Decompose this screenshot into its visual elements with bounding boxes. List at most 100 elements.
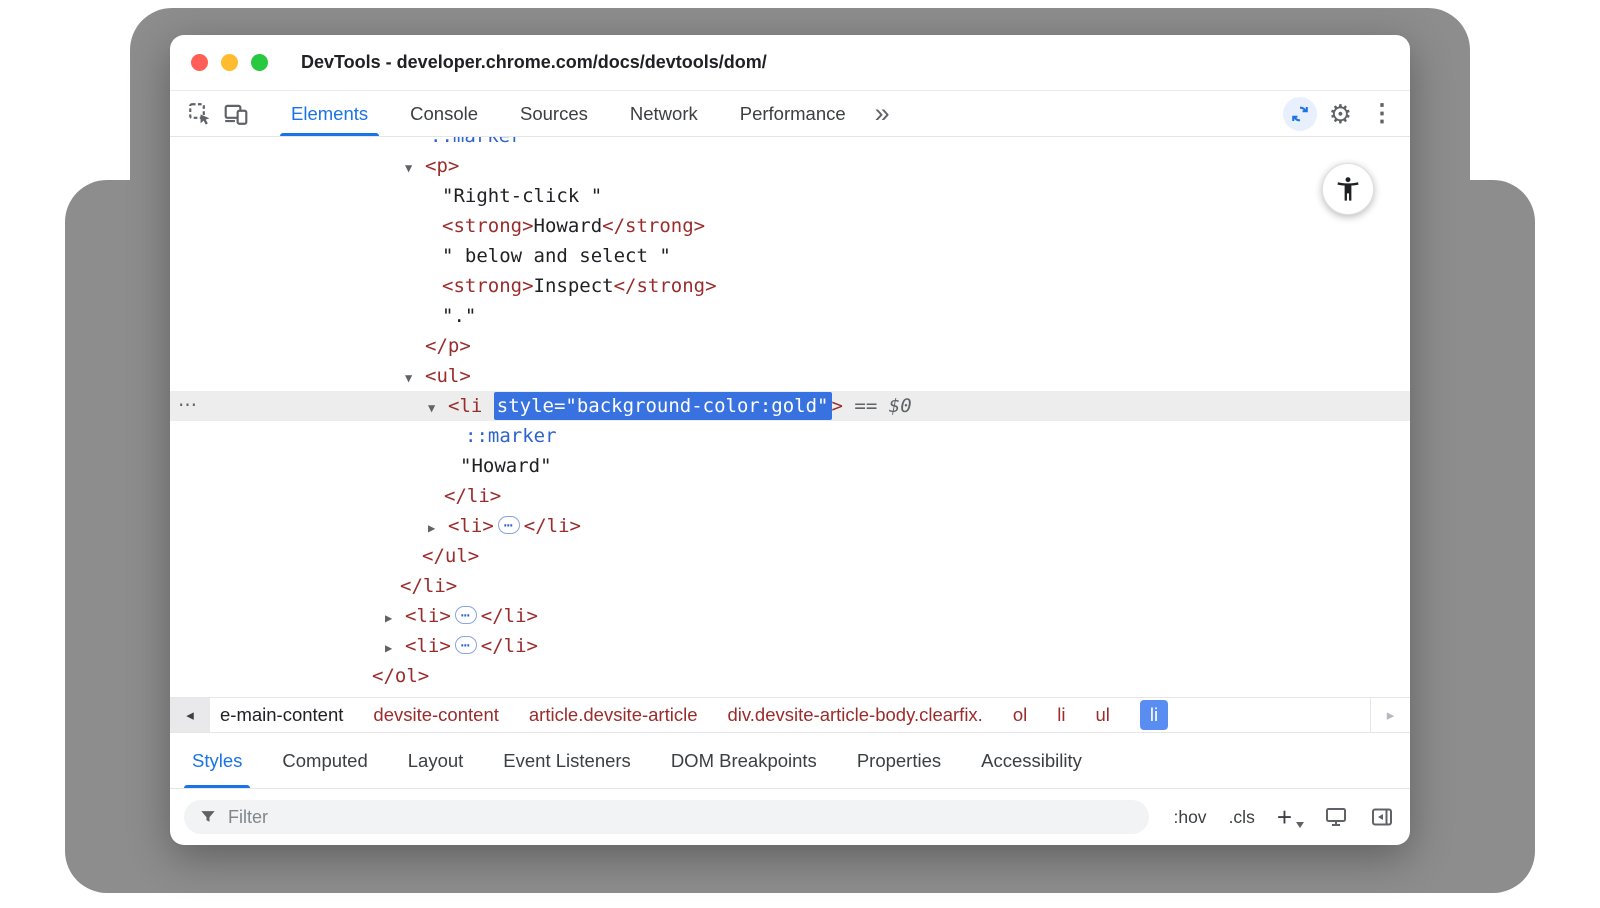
- inline-expand-button[interactable]: ⋯: [455, 636, 477, 654]
- tab-computed[interactable]: Computed: [262, 733, 387, 788]
- breadcrumb-item-li[interactable]: li: [1057, 704, 1065, 726]
- tab-console[interactable]: Console: [389, 91, 499, 136]
- plus-label: +: [1277, 802, 1292, 832]
- dom-pseudo-element: ::marker: [430, 137, 522, 147]
- tab-layout[interactable]: Layout: [388, 733, 484, 788]
- filter-input[interactable]: Filter: [184, 800, 1149, 834]
- dom-tree-row[interactable]: ▶<li>⋯</li>: [170, 511, 1410, 541]
- accessibility-icon[interactable]: [1322, 163, 1374, 215]
- breadcrumb-item-ul[interactable]: ul: [1095, 704, 1109, 726]
- breadcrumb: ◂ e-main-content devsite-content article.d…: [170, 697, 1410, 733]
- dom-text-node: " below and select ": [442, 245, 671, 267]
- new-style-rule-button[interactable]: +: [1277, 802, 1302, 833]
- dom-tree-row[interactable]: </li>: [170, 481, 1410, 511]
- tab-performance[interactable]: Performance: [719, 91, 867, 136]
- tab-network[interactable]: Network: [609, 91, 719, 136]
- breadcrumb-item-article-devsite-article[interactable]: article.devsite-article: [529, 704, 698, 726]
- more-tabs-icon[interactable]: »: [867, 91, 898, 136]
- settings-gear-icon[interactable]: ⚙: [1329, 101, 1352, 127]
- dom-pseudo-element: ::marker: [465, 425, 557, 447]
- dom-tag: <li: [448, 395, 494, 417]
- dom-tree-row[interactable]: ▶<li>⋯</li>: [170, 601, 1410, 631]
- element-classes-button[interactable]: .cls: [1229, 807, 1255, 828]
- devtools-toolbar: ElementsConsoleSourcesNetworkPerformance…: [170, 91, 1410, 137]
- expand-arrow-icon[interactable]: ▼: [405, 153, 425, 183]
- dom-attribute-selected: style="background-color:gold": [494, 392, 832, 420]
- dom-tag: <p>: [425, 155, 459, 177]
- titlebar: DevTools - developer.chrome.com/docs/dev…: [170, 35, 1410, 91]
- dom-tree-row[interactable]: </ol>: [170, 661, 1410, 691]
- panel-tabs: ElementsConsoleSourcesNetworkPerformance: [270, 91, 867, 136]
- dom-tree-row[interactable]: ::marker: [170, 137, 1410, 151]
- dom-tree-row[interactable]: </li>: [170, 571, 1410, 601]
- dom-tag: </li>: [481, 635, 538, 657]
- toggle-element-state-button[interactable]: :hov: [1173, 807, 1206, 828]
- tab-dom-breakpoints[interactable]: DOM Breakpoints: [651, 733, 837, 788]
- dom-tree-row[interactable]: </p>: [170, 331, 1410, 361]
- dom-tag: <li>: [405, 605, 451, 627]
- expand-arrow-icon[interactable]: ▼: [405, 363, 425, 393]
- dom-tag: <strong>: [442, 275, 534, 297]
- dom-tree-row[interactable]: ▶<li>⋯</li>: [170, 631, 1410, 661]
- breadcrumb-scroll-right-icon[interactable]: ▸: [1370, 698, 1410, 732]
- filter-bar-actions: :hov .cls +: [1173, 802, 1394, 833]
- device-toolbar-glyph-icon: [223, 101, 249, 127]
- dom-tree-row[interactable]: <strong>Inspect</strong>: [170, 271, 1410, 301]
- minimize-button[interactable]: [221, 54, 238, 71]
- dom-tree-row[interactable]: ⋯▼<li style="background-color:gold"> == …: [170, 391, 1410, 421]
- fullscreen-button[interactable]: [251, 54, 268, 71]
- dom-tag: </strong>: [614, 275, 717, 297]
- dom-equals-sign: ==: [854, 395, 877, 417]
- dom-tree-row[interactable]: ".": [170, 301, 1410, 331]
- dom-text-node: Inspect: [534, 275, 614, 297]
- dom-tag: </li>: [524, 515, 581, 537]
- breadcrumb-scroll-left-icon[interactable]: ◂: [170, 698, 210, 732]
- dom-tag: </li>: [444, 485, 501, 507]
- close-button[interactable]: [191, 54, 208, 71]
- window-title: DevTools - developer.chrome.com/docs/dev…: [301, 52, 767, 73]
- breadcrumb-item-li[interactable]: li: [1140, 700, 1168, 730]
- filter-funnel-icon: [198, 807, 218, 827]
- dom-tag: </ol>: [372, 665, 429, 687]
- breadcrumb-item-devsite-content[interactable]: devsite-content: [373, 704, 498, 726]
- dom-last-selected-ref: $0: [889, 395, 912, 417]
- expand-arrow-icon[interactable]: ▼: [428, 393, 448, 423]
- toolbar-right: ⚙ ⋮: [1283, 91, 1400, 136]
- dom-tree-row[interactable]: ▼<ul>: [170, 361, 1410, 391]
- dom-tree-row[interactable]: ▼<p>: [170, 151, 1410, 181]
- inline-expand-button[interactable]: ⋯: [498, 516, 520, 534]
- tab-accessibility[interactable]: Accessibility: [961, 733, 1102, 788]
- collapse-arrow-icon[interactable]: ▶: [385, 603, 405, 633]
- dom-text-node: "Right-click ": [442, 185, 602, 207]
- dom-tree-row[interactable]: ::marker: [170, 421, 1410, 451]
- tab-properties[interactable]: Properties: [837, 733, 961, 788]
- dom-tree-row[interactable]: <strong>Howard</strong>: [170, 211, 1410, 241]
- tab-event-listeners[interactable]: Event Listeners: [483, 733, 651, 788]
- dom-tag: </li>: [400, 575, 457, 597]
- dom-tag: </p>: [425, 335, 471, 357]
- kebab-menu-icon[interactable]: ⋮: [1364, 102, 1400, 126]
- dom-tree: ::marker▼<p>"Right-click "<strong>Howard…: [170, 137, 1410, 691]
- collapse-arrow-icon[interactable]: ▶: [428, 513, 448, 543]
- inspect-element-icon[interactable]: [182, 91, 218, 136]
- filter-placeholder: Filter: [228, 807, 268, 828]
- rendering-emulations-icon[interactable]: [1324, 805, 1348, 829]
- breadcrumb-item-e-main-content[interactable]: e-main-content: [220, 704, 343, 726]
- dom-tree-row[interactable]: "Howard": [170, 451, 1410, 481]
- dom-tree-row[interactable]: </ul>: [170, 541, 1410, 571]
- device-toolbar-icon[interactable]: [218, 91, 254, 136]
- tab-elements[interactable]: Elements: [270, 91, 389, 136]
- dom-text-node: ".": [442, 305, 476, 327]
- dom-tree-row[interactable]: "Right-click ": [170, 181, 1410, 211]
- tab-styles[interactable]: Styles: [172, 733, 262, 788]
- breadcrumb-item-div-devsite-article-body-clearfix[interactable]: div.devsite-article-body.clearfix.: [728, 704, 983, 726]
- breadcrumb-items: e-main-content devsite-content article.dev…: [210, 698, 1370, 732]
- tab-sources[interactable]: Sources: [499, 91, 609, 136]
- collapse-arrow-icon[interactable]: ▶: [385, 633, 405, 663]
- dom-tag: </li>: [481, 605, 538, 627]
- sync-icon[interactable]: [1283, 97, 1317, 131]
- toggle-sidebar-icon[interactable]: [1370, 805, 1394, 829]
- dom-tree-row[interactable]: " below and select ": [170, 241, 1410, 271]
- inline-expand-button[interactable]: ⋯: [455, 606, 477, 624]
- breadcrumb-item-ol[interactable]: ol: [1013, 704, 1027, 726]
